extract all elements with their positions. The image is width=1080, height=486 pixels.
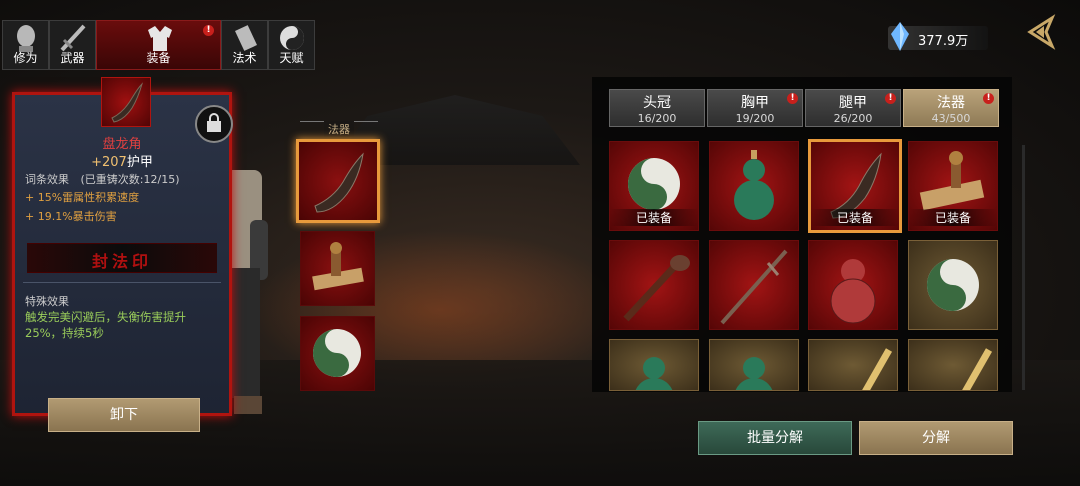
divider	[23, 282, 221, 283]
tab-weapon[interactable]: 武器	[49, 20, 96, 70]
inventory-item[interactable]	[709, 339, 799, 391]
inventory-item[interactable]	[908, 240, 998, 330]
scrollbar[interactable]	[1022, 145, 1025, 390]
category-tab-artifact[interactable]: 法器 43/500 !	[903, 89, 999, 127]
affix-line: + 19.1%暴击伤害	[25, 210, 117, 223]
category-count: 16/200	[637, 112, 677, 125]
inventory-item[interactable]	[709, 141, 799, 231]
alert-badge: !	[787, 93, 798, 104]
armor-value: +207	[91, 155, 127, 170]
inventory-item[interactable]	[609, 339, 699, 391]
category-tab-chest[interactable]: 胸甲 19/200 !	[707, 89, 803, 127]
head-icon	[17, 25, 35, 52]
alert-badge: !	[885, 93, 896, 104]
category-count: 19/200	[735, 112, 775, 125]
inventory-item[interactable]: 已装备	[908, 141, 998, 231]
yinyang-icon	[313, 329, 361, 377]
affix-header: 词条效果 (已重铸次数:12/15)	[25, 171, 180, 187]
gourd-icon	[735, 357, 773, 390]
equipped-tag: 已装备	[909, 209, 997, 226]
horn-icon	[111, 82, 144, 123]
scroll-icon	[235, 25, 257, 51]
staff-sword-icon	[720, 249, 788, 325]
sword-icon	[60, 24, 86, 52]
tab-cultivation[interactable]: 修为	[2, 20, 49, 70]
tab-talent[interactable]: 天赋	[268, 20, 315, 70]
horn-icon	[314, 152, 364, 213]
item-name: 盘龙角	[102, 137, 142, 152]
category-tab-crown[interactable]: 头冠 16/200	[609, 89, 705, 127]
alert-badge: !	[203, 25, 214, 36]
robe-icon	[148, 26, 172, 51]
inventory-item[interactable]	[709, 240, 799, 330]
category-count: 26/200	[833, 112, 873, 125]
tab-label: 修为	[13, 51, 38, 65]
item-thumbnail	[101, 77, 151, 127]
special-desc: 触发完美闪避后，失衡伤害提升25%，持续5秒	[25, 310, 186, 340]
equipped-tag: 已装备	[610, 209, 698, 226]
ruyi-icon	[623, 255, 690, 322]
decompose-button[interactable]: 分解	[859, 421, 1013, 455]
inventory-item[interactable]	[908, 339, 998, 391]
gourd-red-icon	[830, 259, 876, 324]
alert-badge: !	[983, 93, 994, 104]
inventory-item[interactable]	[808, 339, 898, 391]
crystal-icon	[891, 22, 909, 51]
tab-spell[interactable]: 法术	[221, 20, 268, 70]
affix-line: + 15%雷属性积累速度	[25, 191, 140, 204]
affix-count: (已重铸次数:12/15)	[80, 173, 180, 186]
inventory-item[interactable]: 已装备	[808, 139, 902, 233]
inventory-item[interactable]	[609, 240, 699, 330]
stamp-icon	[312, 242, 364, 291]
yinyang-icon	[280, 26, 304, 50]
slot-title: 法器	[324, 121, 354, 137]
special-title: 特殊效果	[25, 295, 69, 308]
seal-banner: 封法印	[27, 243, 217, 273]
item-detail-panel: 盘龙角 +207护甲 词条效果 (已重铸次数:12/15) + 15%雷属性积累…	[12, 77, 233, 416]
talisman-stick-icon	[862, 348, 893, 390]
equipped-tag: 已装备	[811, 209, 899, 226]
slot-stamp[interactable]	[300, 231, 375, 306]
affix-title: 词条效果	[25, 173, 69, 186]
talisman-stick-icon	[962, 348, 993, 390]
slot-horn[interactable]	[296, 139, 380, 223]
category-name: 头冠	[643, 95, 671, 111]
tab-label: 法术	[232, 51, 257, 65]
back-arrow-icon[interactable]	[1022, 14, 1058, 50]
gourd-icon	[734, 150, 774, 220]
gourd-icon	[635, 357, 673, 390]
currency-display: 377.9万	[888, 22, 988, 51]
tab-label: 武器	[60, 51, 85, 65]
tab-equipment[interactable]: 装备 !	[96, 20, 221, 70]
batch-decompose-button[interactable]: 批量分解	[698, 421, 852, 455]
lock-icon	[207, 113, 221, 132]
armor-label: 护甲	[126, 155, 153, 170]
armor-stat: +207护甲	[15, 151, 229, 170]
unequip-button[interactable]: 卸下	[48, 398, 200, 432]
category-tab-legs[interactable]: 腿甲 26/200 !	[805, 89, 901, 127]
currency-amount: 377.9万	[918, 34, 969, 49]
tab-label: 装备	[146, 51, 171, 65]
seal-text: 封法印	[91, 252, 152, 271]
category-count: 43/500	[931, 112, 971, 125]
tab-label: 天赋	[279, 51, 304, 65]
yinyang-icon	[927, 259, 979, 311]
inventory-item[interactable]: 已装备	[609, 141, 699, 231]
slot-yinyang[interactable]	[300, 316, 375, 391]
inventory-item[interactable]	[808, 240, 898, 330]
